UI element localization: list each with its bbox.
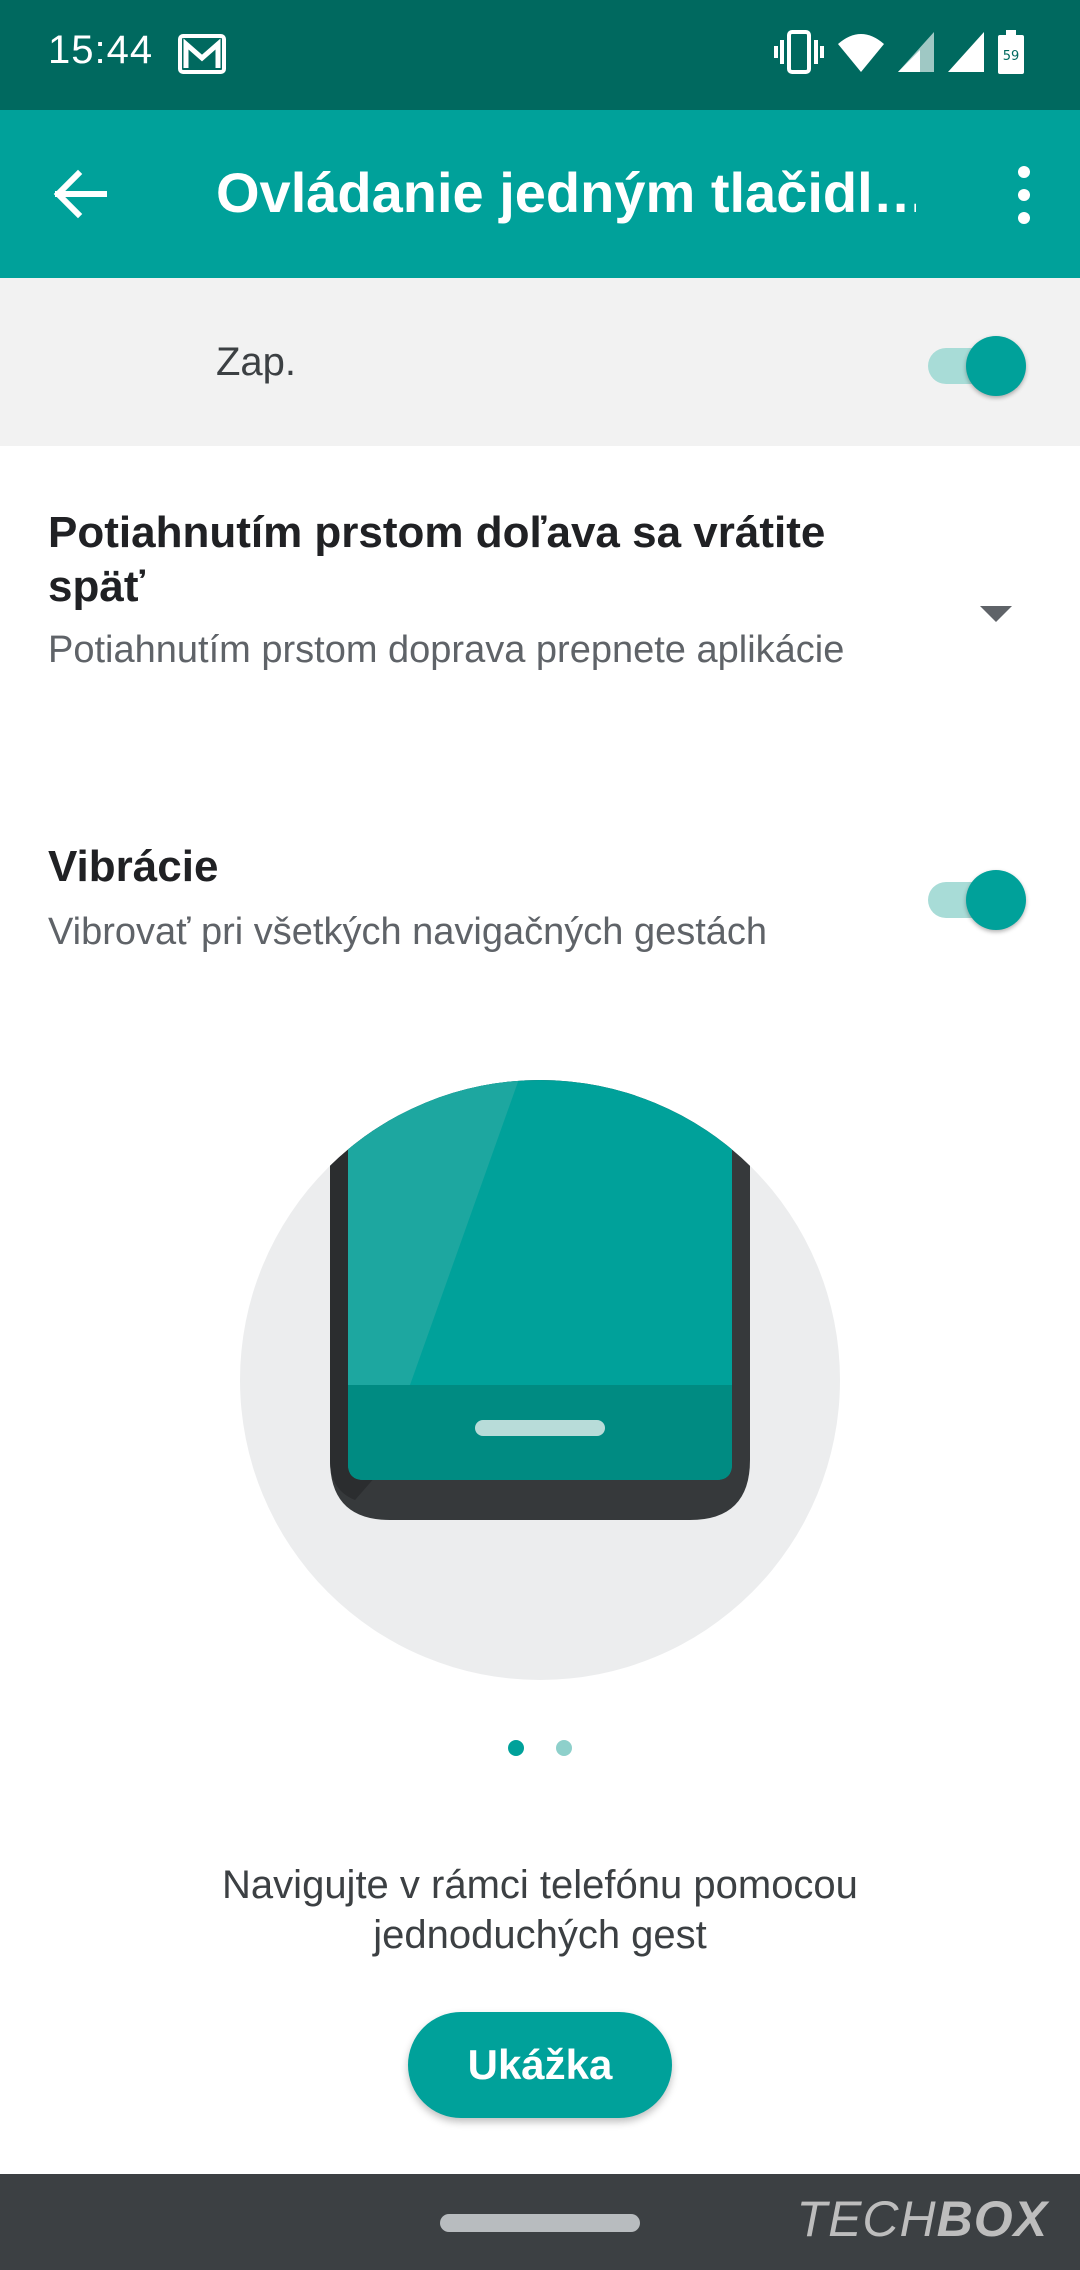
gesture-setting-title: Potiahnutím prstom doľava sa vrátite spä… [48,508,826,611]
battery-level: 59 [1003,49,1020,64]
battery-icon: 59 [998,30,1024,79]
page-dot-active[interactable] [508,1740,524,1756]
app-bar: Ovládanie jedným tlačidl… [0,110,1080,278]
vibration-setting-title: Vibrácie [48,842,219,891]
more-options-button[interactable] [992,160,1056,230]
signal-icon [948,32,984,77]
demo-button[interactable]: Ukážka [408,2012,672,2118]
arrow-back-icon [53,169,107,219]
vibration-switch-toggle[interactable] [924,864,1026,930]
phone-illustration [330,1080,750,1520]
techbox-watermark: TECHBOX [796,2191,1048,2247]
more-vert-icon [1018,166,1030,224]
gesture-illustration [240,1080,840,1680]
system-nav-bar: TECHBOX [0,2174,1080,2270]
gesture-setting-subtitle: Potiahnutím prstom doprava prepnete apli… [48,629,845,671]
vibration-setting-subtitle: Vibrovať pri všetkých navigačných gestác… [48,911,768,953]
signal-icon [898,32,934,77]
vibration-setting-row[interactable]: Vibrácie Vibrovať pri všetkých navigačný… [0,820,1080,970]
home-gesture-bar-icon [475,1420,605,1436]
status-icons: 59 [774,30,1024,79]
gesture-setting-row[interactable]: Potiahnutím prstom doľava sa vrátite spä… [0,446,1080,776]
vibrate-icon [774,30,824,79]
status-time: 15:44 [48,28,154,72]
master-switch-label: Zap. [216,340,297,384]
page-dot[interactable] [556,1740,572,1756]
page-indicator [500,1736,580,1760]
page-title: Ovládanie jedným tlačidl… [216,161,916,224]
illustration-caption: Navigujte v rámci telefónu pomocou jedno… [222,1863,858,1957]
back-button[interactable] [48,162,112,226]
home-pill[interactable] [440,2214,640,2232]
master-switch-toggle[interactable] [924,330,1026,396]
master-switch-row[interactable]: Zap. [0,278,1080,446]
dropdown-arrow-icon[interactable] [980,606,1012,622]
gmail-icon [178,34,226,79]
status-bar: 15:44 59 [0,0,1080,110]
wifi-icon [838,32,884,77]
